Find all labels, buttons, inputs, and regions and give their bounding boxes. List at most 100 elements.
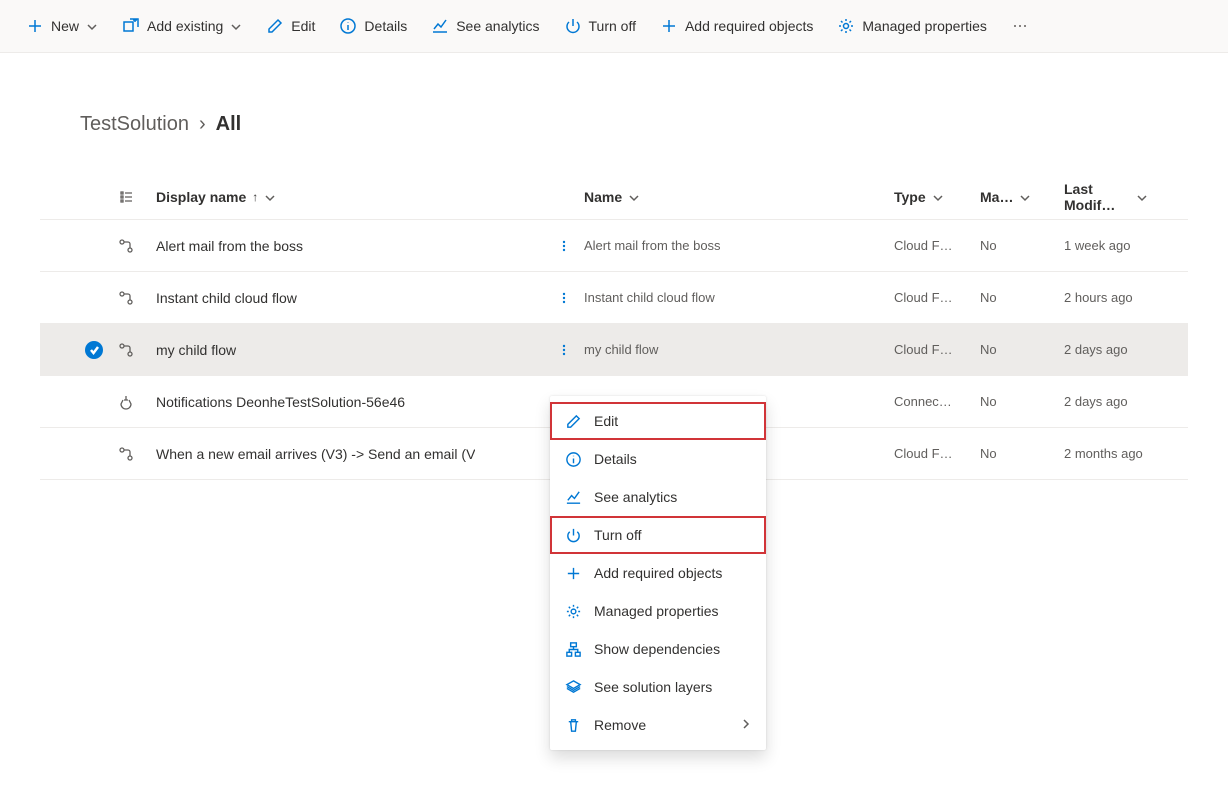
header-managed-label: Ma…: [980, 189, 1013, 205]
add-existing-icon: [122, 17, 140, 35]
chevron-down-icon: [1019, 191, 1031, 203]
header-type[interactable]: Type: [894, 189, 980, 205]
edit-label: Edit: [291, 18, 315, 34]
add-required-label: Add required objects: [685, 18, 813, 34]
row-managed: No: [980, 238, 1064, 253]
menu-item-label: See analytics: [594, 489, 677, 505]
add-existing-button[interactable]: Add existing: [114, 11, 250, 41]
row-type: Connec…: [894, 394, 980, 409]
details-button[interactable]: Details: [331, 11, 415, 41]
row-display-name[interactable]: Alert mail from the boss: [144, 238, 544, 254]
row-managed: No: [980, 290, 1064, 305]
table-row[interactable]: my child flow my child flow Cloud F… No …: [40, 324, 1188, 376]
row-managed: No: [980, 342, 1064, 357]
managed-properties-button[interactable]: Managed properties: [829, 11, 995, 41]
managed-properties-label: Managed properties: [862, 18, 987, 34]
breadcrumb-sep: ›: [199, 113, 206, 136]
menu-item-turn-off[interactable]: Turn off: [550, 516, 766, 554]
header-modified-label: Last Modif…: [1064, 181, 1136, 213]
add-required-button[interactable]: Add required objects: [652, 11, 821, 41]
row-more-button[interactable]: [544, 343, 584, 357]
row-name: my child flow: [584, 342, 894, 357]
row-type: Cloud F…: [894, 290, 980, 305]
menu-item-see-solution-layers[interactable]: See solution layers: [550, 668, 766, 706]
header-type-label: Type: [894, 189, 926, 205]
see-analytics-button[interactable]: See analytics: [423, 11, 547, 41]
row-type: Cloud F…: [894, 446, 980, 461]
menu-item-remove[interactable]: Remove: [550, 706, 766, 744]
chevron-down-icon: [628, 191, 640, 203]
table-row[interactable]: Alert mail from the boss Alert mail from…: [40, 220, 1188, 272]
row-more-button[interactable]: [544, 239, 584, 253]
row-more-button[interactable]: [544, 291, 584, 305]
row-checkbox[interactable]: [85, 393, 103, 411]
row-modified: 1 week ago: [1064, 238, 1148, 253]
gear-icon: [564, 602, 582, 620]
row-type-icon: [108, 394, 144, 410]
sort-asc-icon: ↑: [252, 190, 258, 204]
edit-button[interactable]: Edit: [258, 11, 323, 41]
menu-item-label: Details: [594, 451, 637, 467]
row-type-icon: [108, 446, 144, 462]
row-checkbox[interactable]: [85, 237, 103, 255]
menu-item-edit[interactable]: Edit: [550, 402, 766, 440]
menu-item-label: See solution layers: [594, 679, 712, 695]
row-display-name[interactable]: Instant child cloud flow: [144, 290, 544, 306]
menu-item-label: Edit: [594, 413, 618, 429]
menu-item-show-dependencies[interactable]: Show dependencies: [550, 630, 766, 668]
row-type: Cloud F…: [894, 238, 980, 253]
row-type-icon: [108, 290, 144, 306]
breadcrumb: TestSolution › All: [40, 113, 1188, 136]
row-modified: 2 hours ago: [1064, 290, 1148, 305]
row-checkbox[interactable]: [85, 289, 103, 307]
row-display-name[interactable]: When a new email arrives (V3) -> Send an…: [144, 446, 544, 462]
toolbar: New Add existing Edit Details See analyt…: [0, 0, 1228, 53]
menu-item-add-required-objects[interactable]: Add required objects: [550, 554, 766, 592]
chevron-down-icon: [86, 20, 98, 32]
menu-item-see-analytics[interactable]: See analytics: [550, 478, 766, 516]
more-icon: [1011, 17, 1029, 35]
new-button[interactable]: New: [18, 11, 106, 41]
chevron-down-icon: [230, 20, 242, 32]
edit-icon: [266, 17, 284, 35]
info-icon: [339, 17, 357, 35]
header-managed[interactable]: Ma…: [980, 189, 1064, 205]
new-label: New: [51, 18, 79, 34]
row-type-icon: [108, 342, 144, 358]
turn-off-label: Turn off: [589, 18, 636, 34]
header-typeicon[interactable]: [108, 189, 144, 205]
menu-item-label: Add required objects: [594, 565, 722, 581]
header-name[interactable]: Name: [584, 189, 894, 205]
plus-icon: [564, 564, 582, 582]
table-row[interactable]: Instant child cloud flow Instant child c…: [40, 272, 1188, 324]
analytics-icon: [431, 17, 449, 35]
hierarchy-icon: [564, 640, 582, 658]
breadcrumb-root[interactable]: TestSolution: [80, 113, 189, 136]
row-type-icon: [108, 238, 144, 254]
row-display-name[interactable]: my child flow: [144, 342, 544, 358]
row-name: Instant child cloud flow: [584, 290, 894, 305]
menu-item-label: Turn off: [594, 527, 641, 543]
menu-item-managed-properties[interactable]: Managed properties: [550, 592, 766, 630]
header-modified[interactable]: Last Modif…: [1064, 181, 1148, 213]
row-managed: No: [980, 394, 1064, 409]
analytics-icon: [564, 488, 582, 506]
row-modified: 2 days ago: [1064, 394, 1148, 409]
row-display-name[interactable]: Notifications DeonheTestSolution-56e46: [144, 394, 544, 410]
header-name-label: Name: [584, 189, 622, 205]
trash-icon: [564, 716, 582, 734]
turn-off-button[interactable]: Turn off: [556, 11, 644, 41]
menu-item-label: Show dependencies: [594, 641, 720, 657]
row-modified: 2 days ago: [1064, 342, 1148, 357]
row-name: Alert mail from the boss: [584, 238, 894, 253]
edit-icon: [564, 412, 582, 430]
table-header: Display name ↑ Name Type: [40, 174, 1188, 220]
more-button[interactable]: [1003, 11, 1037, 41]
row-managed: No: [980, 446, 1064, 461]
menu-item-details[interactable]: Details: [550, 440, 766, 478]
row-checkbox[interactable]: [85, 341, 103, 359]
row-checkbox[interactable]: [85, 445, 103, 463]
power-icon: [564, 526, 582, 544]
chevron-right-icon: [740, 717, 752, 733]
header-display-name[interactable]: Display name ↑: [144, 189, 544, 205]
